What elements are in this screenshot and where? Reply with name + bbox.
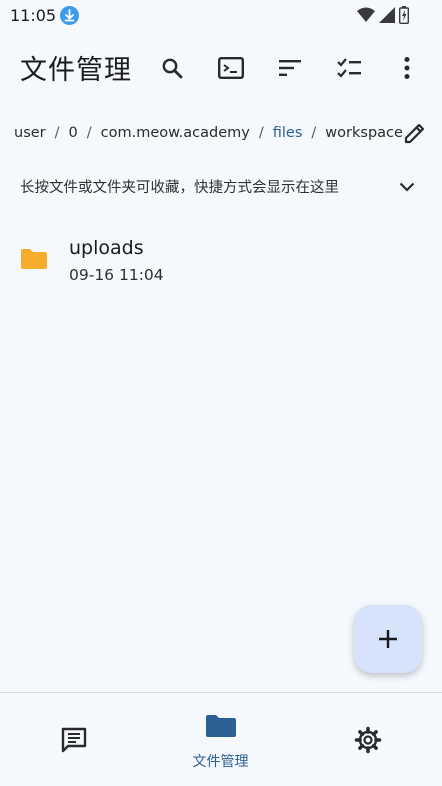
multi-select-button[interactable] [331, 50, 367, 86]
status-time: 11:05 [10, 6, 57, 25]
more-options-button[interactable] [389, 50, 425, 86]
file-date: 09-16 11:04 [69, 266, 164, 284]
sort-icon [279, 60, 301, 76]
terminal-icon [218, 57, 244, 79]
edit-path-button[interactable] [400, 118, 430, 148]
chevron-down-icon [399, 182, 415, 192]
sort-button[interactable] [272, 50, 308, 86]
download-icon [60, 6, 79, 25]
nav-label-files: 文件管理 [192, 754, 249, 770]
breadcrumb-item-files[interactable]: files [273, 125, 303, 141]
cellular-signal-icon [379, 7, 395, 23]
breadcrumb-item-package[interactable]: com.meow.academy [101, 125, 250, 141]
breadcrumb: user / 0 / com.meow.academy / files / wo… [14, 122, 403, 144]
search-button[interactable] [154, 50, 190, 86]
breadcrumb-separator: / [54, 125, 60, 141]
plus-icon [379, 630, 397, 648]
expand-hint-button[interactable] [395, 176, 419, 198]
chat-icon [61, 727, 86, 753]
gear-icon [354, 726, 381, 754]
pencil-icon [404, 123, 425, 144]
breadcrumb-item-0[interactable]: 0 [69, 125, 78, 141]
nav-item-files[interactable]: 文件管理 [147, 693, 294, 786]
nav-item-settings[interactable] [294, 693, 441, 786]
file-name: uploads [69, 237, 144, 259]
breadcrumb-item-user[interactable]: user [14, 125, 46, 141]
breadcrumb-separator: / [258, 125, 264, 141]
terminal-button[interactable] [213, 50, 249, 86]
bottom-navigation: 文件管理 [0, 693, 442, 786]
breadcrumb-item-workspace[interactable]: workspace [325, 125, 403, 141]
folder-icon [21, 249, 47, 269]
search-icon [162, 58, 183, 79]
checklist-icon [337, 58, 361, 78]
favorites-hint: 长按文件或文件夹可收藏，快捷方式会显示在这里 [20, 180, 339, 196]
page-title: 文件管理 [20, 55, 132, 86]
breadcrumb-separator: / [86, 125, 92, 141]
status-icons [357, 6, 409, 24]
more-vert-icon [404, 57, 410, 79]
breadcrumb-separator: / [311, 125, 317, 141]
list-item[interactable]: uploads 09-16 11:04 [0, 230, 442, 292]
nav-item-chat[interactable] [0, 693, 147, 786]
battery-icon [399, 6, 409, 24]
wifi-icon [357, 7, 375, 22]
folder-icon [205, 715, 236, 737]
add-button[interactable] [354, 605, 422, 673]
